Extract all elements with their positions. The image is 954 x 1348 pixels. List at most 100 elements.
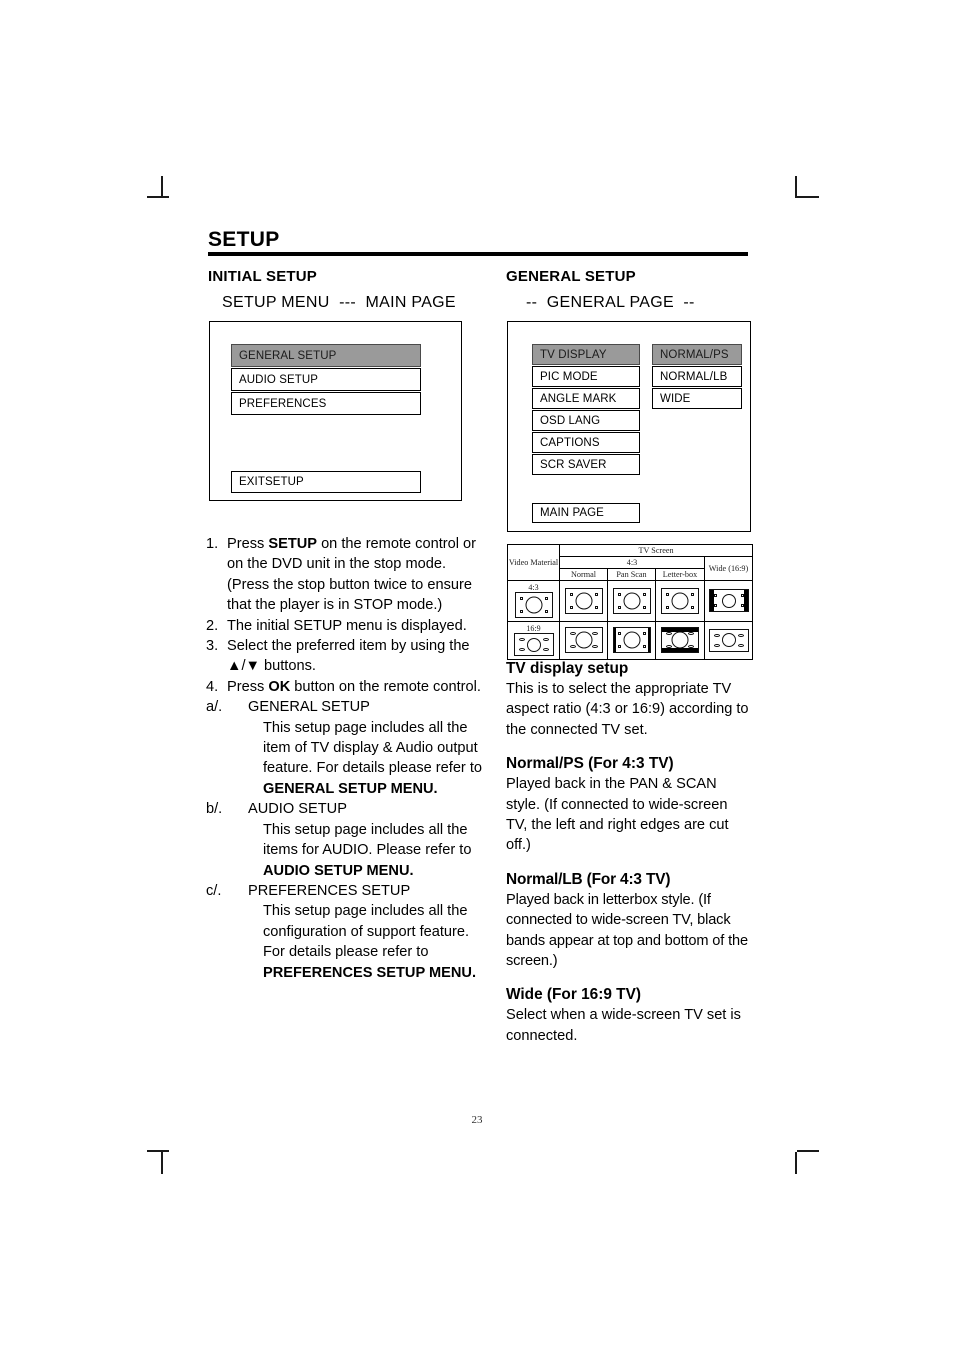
section-heading: Normal/LB (For 4:3 TV) [506,870,671,888]
source-ratio-label: 4:3 [528,583,539,592]
osd-item-tv-display[interactable]: TV DISPLAY [532,344,640,365]
corner-mark-icon [544,610,548,613]
table-header-group-wide: Wide (16:9) [703,556,754,581]
output-preview-cell [559,580,608,622]
instruction-substep: a/. GENERAL SETUP [206,697,484,717]
corner-mark-icon [713,633,720,637]
left-column-heading: INITIAL SETUP [208,268,317,285]
crop-mark-top-left-v [161,176,163,198]
corner-mark-icon [591,632,598,635]
tv-screen-icon [661,587,699,614]
section-heading: Wide (For 16:9 TV) [506,986,641,1004]
osd-item-general-setup[interactable]: GENERAL SETUP [231,344,421,367]
circle-shape [526,637,541,652]
tv-screen-icon [564,627,603,653]
circle-shape [721,593,736,608]
corner-mark-icon [617,605,621,609]
substep-title: GENERAL SETUP [248,699,370,716]
crop-mark-bottom-left-h [147,1150,169,1152]
osd-exit-setup-item[interactable]: EXITSETUP [231,471,421,493]
corner-mark-icon [544,597,548,600]
section-body: Played back in letterbox style. (If conn… [506,891,748,970]
corner-mark-icon [519,597,523,600]
osd-item-preferences[interactable]: PREFERENCES [231,392,421,415]
corner-mark-icon [617,632,621,635]
corner-mark-icon [737,633,744,637]
corner-mark-icon [594,605,598,609]
osd-item-pic-mode[interactable]: PIC MODE [532,366,640,387]
right-column-subheading: -- GENERAL PAGE -- [526,294,695,311]
corner-mark-icon [569,645,576,648]
source-ratio-label: 16:9 [526,624,541,633]
osd-main-page-item[interactable]: MAIN PAGE [532,503,640,523]
step-marker: 2. [206,617,219,634]
osd-item-angle-mark[interactable]: ANGLE MARK [532,388,640,409]
bottom-band [662,648,698,652]
circle-shape [525,596,542,614]
tv-screen-icon [514,592,553,618]
osd-option-normal-lb[interactable]: NORMAL/LB [652,366,742,387]
osd-option-normal-ps[interactable]: NORMAL/PS [652,344,742,365]
circle-shape [623,592,640,609]
initial-setup-instructions: 1. Press SETUP on the remote control or o… [206,534,484,983]
output-preview-cell [703,621,754,660]
crop-mark-bottom-right-v [795,1152,797,1174]
step-marker: 3. [206,638,219,655]
circle-shape [721,633,736,647]
output-preview-cell [607,580,656,622]
general-page-osd-screen: TV DISPLAY PIC MODE ANGLE MARK OSD LANG CAPT… [507,321,751,532]
left-column-subheading: SETUP MENU --- MAIN PAGE [222,294,456,311]
explanation-section: TV display setup This is to select the ap… [506,660,751,740]
crop-mark-top-right-h [797,196,819,198]
substep-text: This setup page includes all the items f… [263,821,472,879]
corner-mark-icon [642,645,646,648]
table-header-group-43: 4:3 [559,556,705,569]
corner-mark-icon [737,643,744,647]
corner-mark-icon [617,645,621,648]
tv-screen-icon [708,589,749,612]
tv-screen-icon [661,627,699,653]
side-band [743,590,748,611]
instruction-substep: c/. PREFERENCES SETUP [206,881,484,901]
step-text: Press OK button on the remote control. [227,678,481,695]
corner-mark-icon [518,638,525,641]
corner-mark-icon [691,605,694,609]
table-row: 4:3 [507,580,754,622]
osd-item-captions[interactable]: CAPTIONS [532,432,640,453]
output-preview-cell [655,621,705,660]
corner-mark-icon [713,594,717,597]
tv-screen-icon [513,633,554,656]
step-text: Select the preferred item by using the ▲… [227,638,470,675]
page-title: SETUP [208,228,280,251]
instruction-substep: b/. AUDIO SETUP [206,799,484,819]
corner-mark-icon [688,632,694,635]
step-text: The initial SETUP menu is displayed. [227,617,467,634]
corner-mark-icon [642,592,646,596]
corner-mark-icon [666,632,672,635]
corner-mark-icon [666,605,669,609]
circle-shape [671,631,689,649]
corner-mark-icon [642,632,646,635]
tv-display-explanations: TV display setup This is to select the ap… [506,660,751,1061]
section-body: Select when a wide-screen TV set is conn… [506,1007,741,1044]
instruction-step: 4. Press OK button on the remote control. [206,677,484,697]
table-header-letter-box: Letter-box [655,568,705,581]
osd-item-osd-lang[interactable]: OSD LANG [532,410,640,431]
explanation-section: Normal/LB (For 4:3 TV) Played back in let… [506,871,751,972]
right-column-heading: GENERAL SETUP [506,268,636,285]
crop-mark-top-right-v [795,176,797,198]
corner-mark-icon [591,645,598,648]
corner-mark-icon [569,592,573,596]
corner-mark-icon [569,605,573,609]
instruction-step: 1. Press SETUP on the remote control or o… [206,534,484,616]
substep-text: This setup page includes all the item of… [263,719,483,797]
substep-marker: b/. [206,801,223,818]
substep-title: PREFERENCES SETUP [248,882,411,899]
page-number: 23 [471,1114,483,1126]
corner-mark-icon [542,648,549,651]
osd-item-scr-saver[interactable]: SCR SAVER [532,454,640,475]
osd-option-wide[interactable]: WIDE [652,388,742,409]
title-rule [208,252,748,256]
osd-item-audio-setup[interactable]: AUDIO SETUP [231,368,421,391]
source-material-cell: 16:9 [507,621,560,660]
